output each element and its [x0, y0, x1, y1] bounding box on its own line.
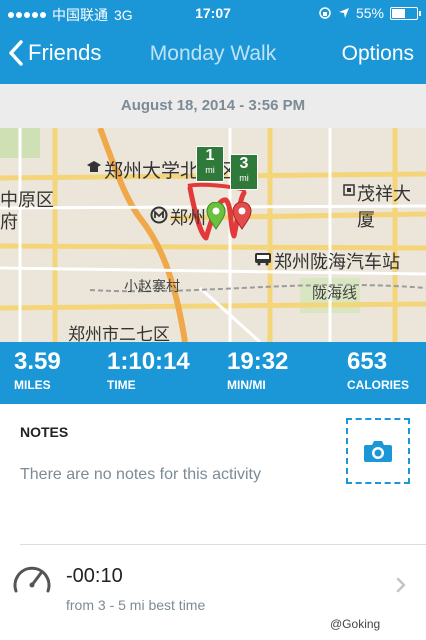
end-pin-icon[interactable] [232, 202, 252, 230]
mile-marker-3-unit: mi [239, 173, 249, 183]
stat-calories-label: CALORIES [347, 378, 410, 392]
add-photo-button[interactable] [346, 418, 410, 484]
university-icon [87, 161, 101, 172]
route-map[interactable]: 郑州大学北校区 中原区 府 郑州 茂祥大厦 郑州陇海汽车站 小赵寨村 陇海线 郑… [0, 128, 426, 342]
best-time-row[interactable]: -00:10 from 3 - 5 mi best time @Goking [0, 545, 426, 640]
stat-pace-label: MIN/MI [227, 378, 266, 392]
watermark: @Goking [330, 617, 381, 631]
map-label-maoxiang: 茂祥大厦 [357, 184, 411, 230]
stat-time: 1:10:14 TIME [107, 348, 190, 392]
battery-percent: 55% [355, 5, 384, 21]
mile-marker-1[interactable]: 1 mi [196, 146, 224, 182]
best-time-value: -00:10 [66, 565, 123, 587]
stat-time-value: 1:10:14 [107, 348, 190, 375]
mile-marker-3-number: 3 [239, 155, 249, 172]
back-button-label: Friends [28, 40, 102, 65]
map-label-longhai: 陇海线 [312, 285, 358, 302]
map-label-fu: 府 [0, 212, 18, 232]
stat-miles: 3.59 MILES [14, 348, 61, 392]
back-button[interactable]: Friends [8, 40, 101, 66]
speedometer-icon [13, 566, 51, 593]
stat-pace-value: 19:32 [227, 348, 289, 375]
map-label-zhengzhou: 郑州 [170, 208, 206, 228]
building-icon [343, 184, 355, 196]
map-label-village: 小赵寨村 [124, 278, 180, 294]
metro-station-icon [150, 206, 168, 224]
rotation-lock-icon [319, 7, 331, 19]
location-arrow-icon [338, 8, 349, 18]
stats-bar: 3.59 MILES 1:10:14 TIME 19:32 MIN/MI 653… [0, 342, 426, 404]
notes-section: NOTES There are no notes for this activi… [0, 404, 426, 544]
start-pin-icon[interactable] [206, 202, 226, 230]
status-bar: 中国联通 3G 17:07 55% [0, 0, 426, 26]
stat-time-label: TIME [107, 378, 136, 392]
stat-miles-label: MILES [14, 378, 51, 392]
battery-icon [390, 6, 421, 20]
chevron-right-icon[interactable] [396, 577, 406, 593]
mile-marker-1-number: 1 [205, 147, 215, 164]
activity-date: August 18, 2014 - 3:56 PM [0, 84, 426, 128]
mile-marker-3[interactable]: 3 mi [230, 154, 258, 190]
stat-calories: 653 CALORIES [347, 348, 409, 392]
chevron-left-icon [9, 40, 23, 66]
map-label-bus-station: 郑州陇海汽车站 [274, 252, 400, 272]
bus-icon [255, 253, 271, 266]
best-time-subtitle: from 3 - 5 mi best time [66, 597, 206, 613]
notes-empty-text: There are no notes for this activity [20, 466, 261, 483]
navigation-bar: Friends Monday Walk Options [0, 26, 426, 84]
stat-pace: 19:32 MIN/MI [227, 348, 288, 392]
mile-marker-1-unit: mi [205, 165, 215, 175]
stat-calories-value: 653 [347, 348, 388, 375]
stat-miles-value: 3.59 [14, 348, 61, 375]
map-label-district: 郑州市二七区 [68, 325, 170, 342]
camera-icon [364, 441, 392, 462]
options-button[interactable]: Options [342, 42, 414, 66]
notes-title: NOTES [20, 424, 69, 440]
